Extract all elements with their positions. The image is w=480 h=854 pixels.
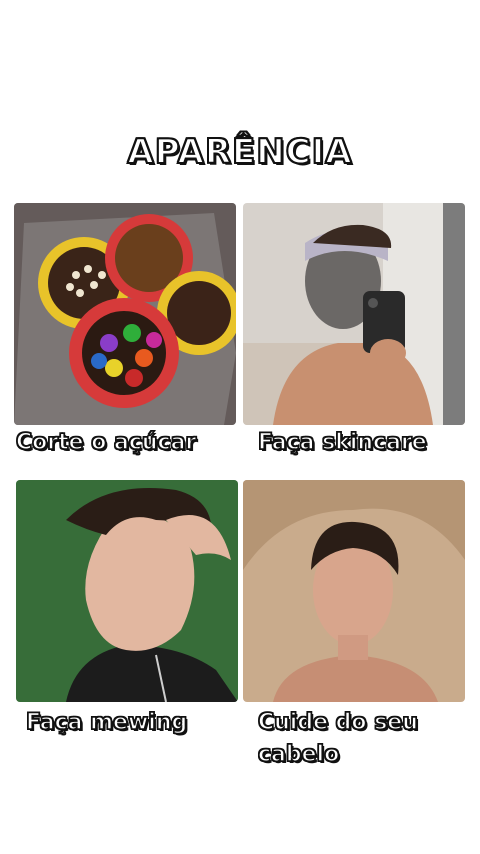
page-title: APARÊNCIA xyxy=(126,131,353,173)
tile-caption-hair-line2: cabelo xyxy=(257,741,340,768)
skincare-photo xyxy=(243,203,465,425)
tile-caption-skincare: Faça skincare xyxy=(257,429,427,456)
face-mask-selfie-image xyxy=(243,203,465,425)
tile-caption-hair-line1: Cuide do seu xyxy=(257,709,418,736)
mewing-photo xyxy=(16,480,238,702)
hair-portrait-image xyxy=(243,480,465,702)
brigadeiros-image xyxy=(14,203,236,425)
tile-caption-sugar: Corte o açúcar xyxy=(15,429,197,456)
hair-photo xyxy=(243,480,465,702)
sweets-photo xyxy=(14,203,236,425)
tile-caption-mewing: Faça mewing xyxy=(25,709,188,736)
jawline-profile-image xyxy=(16,480,238,702)
